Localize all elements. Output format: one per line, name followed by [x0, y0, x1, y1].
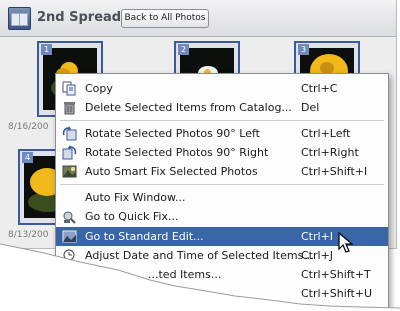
thumbnail-number: 4	[22, 152, 33, 163]
photo-date: 8/16/200	[8, 122, 49, 132]
menu-item-rotate-right[interactable]: Rotate Selected Photos 90° Right Ctrl+Ri…	[56, 143, 388, 162]
thumbnail-number: 1	[41, 44, 52, 55]
menu-item-auto-fix-window[interactable]: Auto Fix Window...	[56, 188, 388, 207]
menu-item-rotate-left[interactable]: Rotate Selected Photos 90° Left Ctrl+Lef…	[56, 124, 388, 143]
menu-separator	[60, 120, 384, 121]
trash-icon	[64, 102, 75, 115]
copy-icon	[62, 81, 76, 96]
photo-spread-icon	[8, 7, 31, 30]
app-window: 2nd Spread Back to All Photos 1 8/16/200…	[0, 0, 400, 311]
menu-item-auto-smart-fix[interactable]: Auto Smart Fix Selected Photos Ctrl+Shif…	[56, 162, 388, 181]
menu-item-quick-fix[interactable]: Go to Quick Fix...	[56, 207, 388, 226]
quick-fix-icon	[63, 211, 76, 224]
thumbnail-number: 3	[298, 44, 309, 55]
page-title: 2nd Spread	[37, 10, 122, 25]
menu-separator	[60, 184, 384, 185]
rotate-right-icon	[62, 145, 77, 160]
menu-item-copy[interactable]: Copy Ctrl+C	[56, 79, 388, 98]
rotate-left-icon	[62, 126, 77, 141]
back-to-all-photos-button[interactable]: Back to All Photos	[121, 9, 209, 28]
smart-fix-icon	[62, 165, 77, 178]
title-bar: 2nd Spread Back to All Photos	[0, 0, 396, 37]
mouse-pointer-icon	[338, 232, 354, 253]
menu-item-delete[interactable]: Delete Selected Items from Catalog... De…	[56, 98, 388, 117]
thumbnail-number: 2	[178, 44, 189, 55]
